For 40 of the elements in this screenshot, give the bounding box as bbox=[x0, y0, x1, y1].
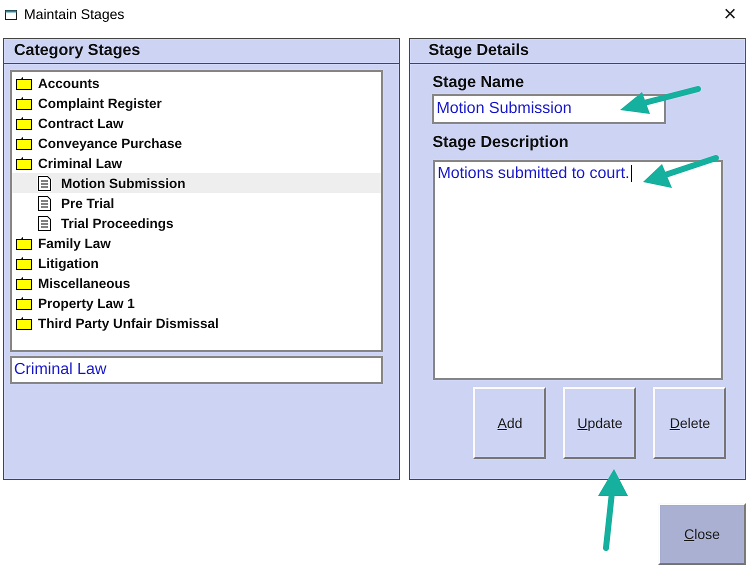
action-button[interactable]: Delete bbox=[653, 387, 726, 459]
tree-item[interactable]: Criminal Law bbox=[12, 153, 382, 173]
folder-icon bbox=[16, 136, 32, 150]
category-field[interactable]: Criminal Law bbox=[10, 356, 384, 384]
tree-item[interactable]: Conveyance Purchase bbox=[12, 133, 382, 153]
folder-icon bbox=[16, 156, 32, 170]
close-icon[interactable]: × bbox=[718, 3, 742, 25]
panel-title: Stage Details bbox=[410, 39, 745, 64]
tree-item[interactable]: Family Law bbox=[12, 233, 382, 253]
tree-item[interactable]: Motion Submission bbox=[12, 173, 382, 193]
document-icon bbox=[38, 176, 51, 190]
field-label: Stage Description bbox=[432, 134, 570, 152]
stage-name-field[interactable]: Motion Submission bbox=[432, 94, 666, 124]
panel-title: Category Stages bbox=[4, 39, 400, 64]
folder-icon bbox=[16, 76, 32, 90]
action-button[interactable]: Add bbox=[473, 387, 546, 459]
close-button[interactable]: Close bbox=[658, 503, 746, 565]
tree-item[interactable]: Miscellaneous bbox=[12, 273, 382, 293]
tree-item[interactable]: Trial Proceedings bbox=[12, 213, 382, 233]
stage-description-field[interactable]: Motions submitted to court. bbox=[433, 160, 724, 380]
tree-item[interactable]: Property Law 1 bbox=[12, 293, 382, 313]
window-title: Maintain Stages bbox=[24, 6, 126, 22]
action-button[interactable]: Update bbox=[563, 387, 636, 459]
folder-icon bbox=[16, 236, 32, 250]
folder-icon bbox=[16, 116, 32, 130]
tree-item[interactable]: Complaint Register bbox=[12, 93, 382, 113]
tree-item[interactable]: Contract Law bbox=[12, 113, 382, 133]
field-label: Stage Name bbox=[432, 74, 526, 92]
folder-icon bbox=[16, 256, 32, 270]
tree-item[interactable]: Third Party Unfair Dismissal bbox=[12, 313, 382, 333]
folder-icon bbox=[16, 316, 32, 330]
tree-item[interactable]: Accounts bbox=[12, 73, 382, 93]
tree-item[interactable]: Pre Trial bbox=[12, 193, 382, 213]
folder-icon bbox=[16, 296, 32, 310]
window-icon bbox=[4, 8, 18, 20]
folder-icon bbox=[16, 276, 32, 290]
document-icon bbox=[38, 196, 51, 210]
tree-item[interactable]: Litigation bbox=[12, 253, 382, 273]
document-icon bbox=[38, 216, 51, 230]
folder-icon bbox=[16, 96, 32, 110]
